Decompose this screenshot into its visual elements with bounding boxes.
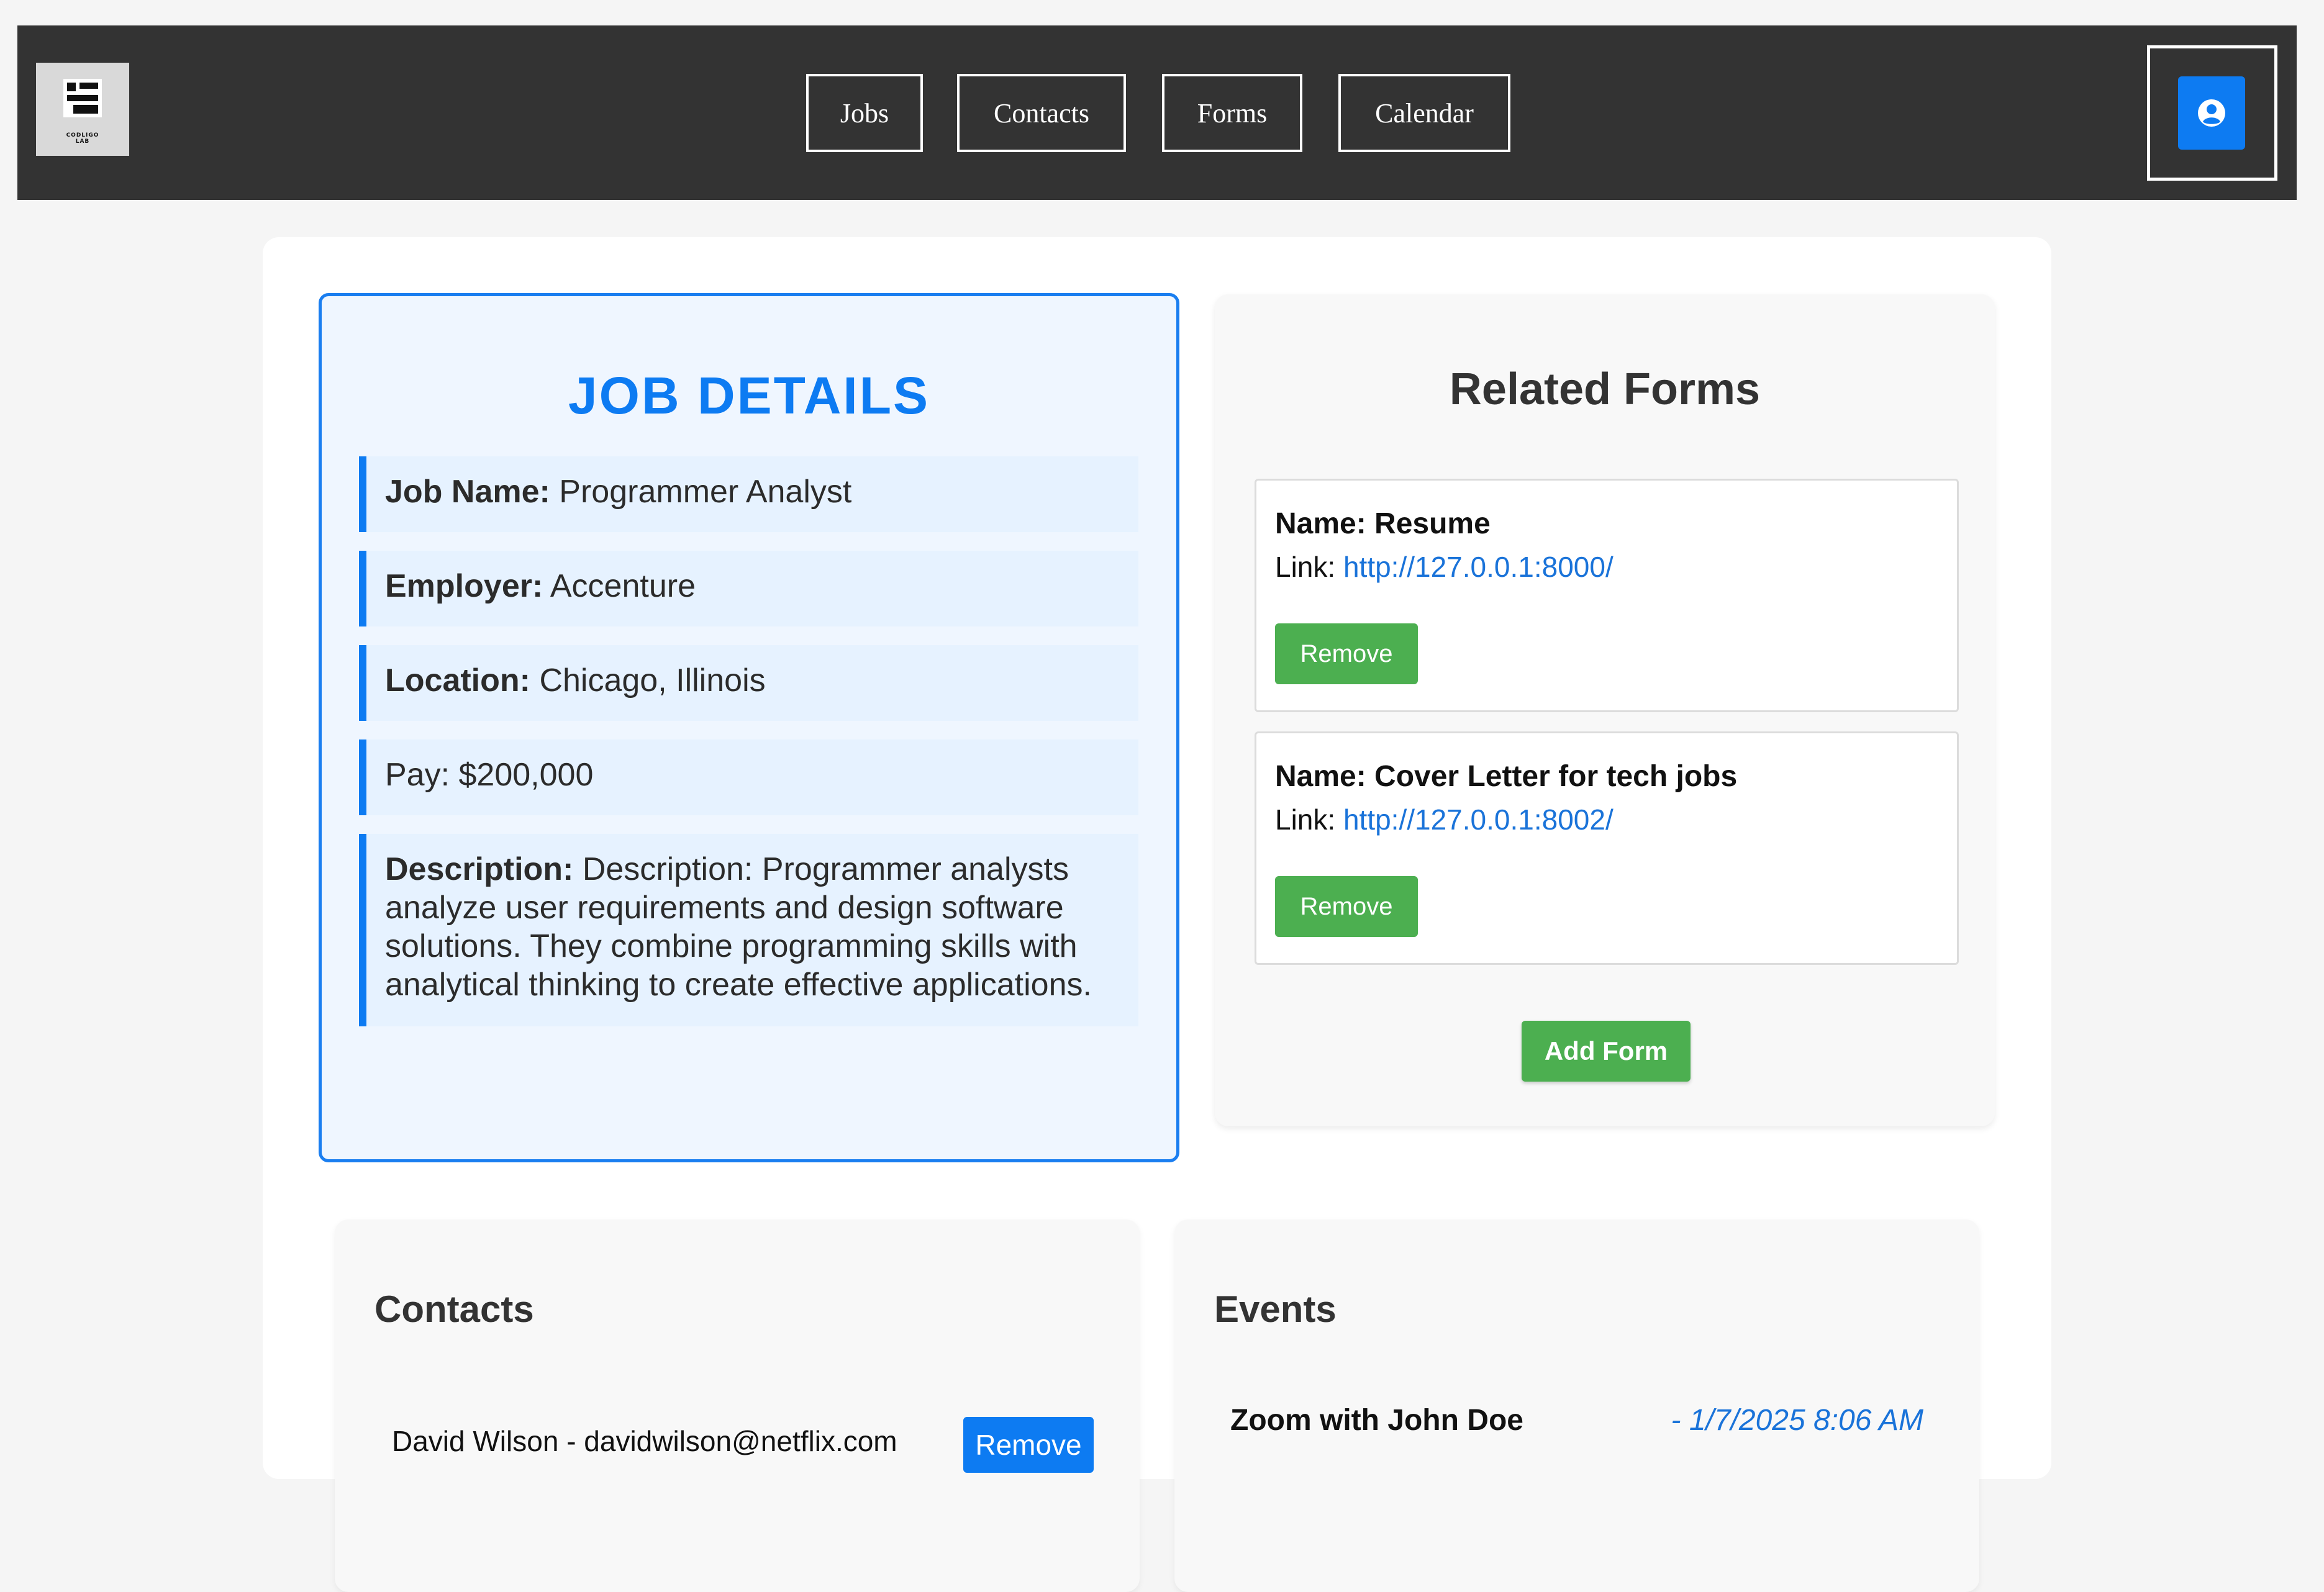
- job-name-row: Job Name: Programmer Analyst: [359, 456, 1138, 532]
- related-forms-title: Related Forms: [1449, 364, 1761, 414]
- main-nav: Jobs Contacts Forms Calendar: [17, 25, 2297, 200]
- nav-forms-button[interactable]: Forms: [1162, 74, 1302, 152]
- contacts-title: Contacts: [374, 1288, 534, 1330]
- description-row: Description: Description: Programmer ana…: [359, 834, 1138, 1026]
- remove-form-button[interactable]: Remove: [1275, 876, 1418, 937]
- form-link-row: Link: http://127.0.0.1:8000/: [1275, 550, 1614, 584]
- event-name[interactable]: Zoom with John Doe: [1230, 1403, 1523, 1437]
- events-title: Events: [1214, 1288, 1337, 1330]
- employer-row: Employer: Accenture: [359, 551, 1138, 626]
- form-item: Name: Resume Link: http://127.0.0.1:8000…: [1255, 479, 1959, 712]
- remove-form-button[interactable]: Remove: [1275, 623, 1418, 684]
- pay-text: Pay: $200,000: [385, 757, 594, 793]
- profile-frame: [2147, 45, 2277, 181]
- location-row: Location: Chicago, Illinois: [359, 645, 1138, 721]
- add-form-button[interactable]: Add Form: [1522, 1021, 1691, 1082]
- pay-row: Pay: $200,000: [359, 739, 1138, 815]
- employer-value: Accenture: [550, 568, 696, 604]
- main-content: JOB DETAILS Job Name: Programmer Analyst…: [263, 237, 2051, 1592]
- form-link-label: Link:: [1275, 803, 1343, 836]
- remove-contact-button[interactable]: Remove: [963, 1417, 1094, 1473]
- profile-button[interactable]: [2178, 76, 2245, 150]
- contact-item: David Wilson - davidwilson@netflix.com: [392, 1425, 897, 1457]
- location-label: Location:: [385, 663, 530, 699]
- events-panel: Events Zoom with John Doe - 1/7/2025 8:0…: [1174, 1219, 1979, 1592]
- job-name-value: Programmer Analyst: [559, 474, 852, 510]
- contacts-panel: Contacts David Wilson - davidwilson@netf…: [335, 1219, 1140, 1592]
- nav-jobs-button[interactable]: Jobs: [806, 74, 923, 152]
- description-label: Description:: [385, 851, 574, 887]
- job-details-title: JOB DETAILS: [568, 366, 930, 425]
- form-link-label: Link:: [1275, 551, 1343, 583]
- nav-calendar-button[interactable]: Calendar: [1338, 74, 1510, 152]
- form-name: Name: Cover Letter for tech jobs: [1275, 760, 1738, 793]
- location-value: Chicago, Illinois: [539, 663, 766, 699]
- form-name: Name: Resume: [1275, 507, 1491, 540]
- top-navbar: CODLIGO LAB Jobs Contacts Forms Calendar: [17, 25, 2297, 200]
- job-name-label: Job Name:: [385, 474, 550, 510]
- employer-label: Employer:: [385, 568, 543, 604]
- form-item: Name: Cover Letter for tech jobs Link: h…: [1255, 731, 1959, 965]
- form-link-row: Link: http://127.0.0.1:8002/: [1275, 803, 1614, 836]
- user-circle-icon: [2198, 99, 2225, 127]
- related-forms-panel: Related Forms Name: Resume Link: http://…: [1215, 294, 1995, 1126]
- job-details-card: JOB DETAILS Job Name: Programmer Analyst…: [319, 293, 1179, 1162]
- form-link-url[interactable]: http://127.0.0.1:8002/: [1343, 803, 1614, 836]
- form-link-url[interactable]: http://127.0.0.1:8000/: [1343, 551, 1614, 583]
- nav-contacts-button[interactable]: Contacts: [957, 74, 1126, 152]
- event-date: - 1/7/2025 8:06 AM: [1671, 1404, 1923, 1437]
